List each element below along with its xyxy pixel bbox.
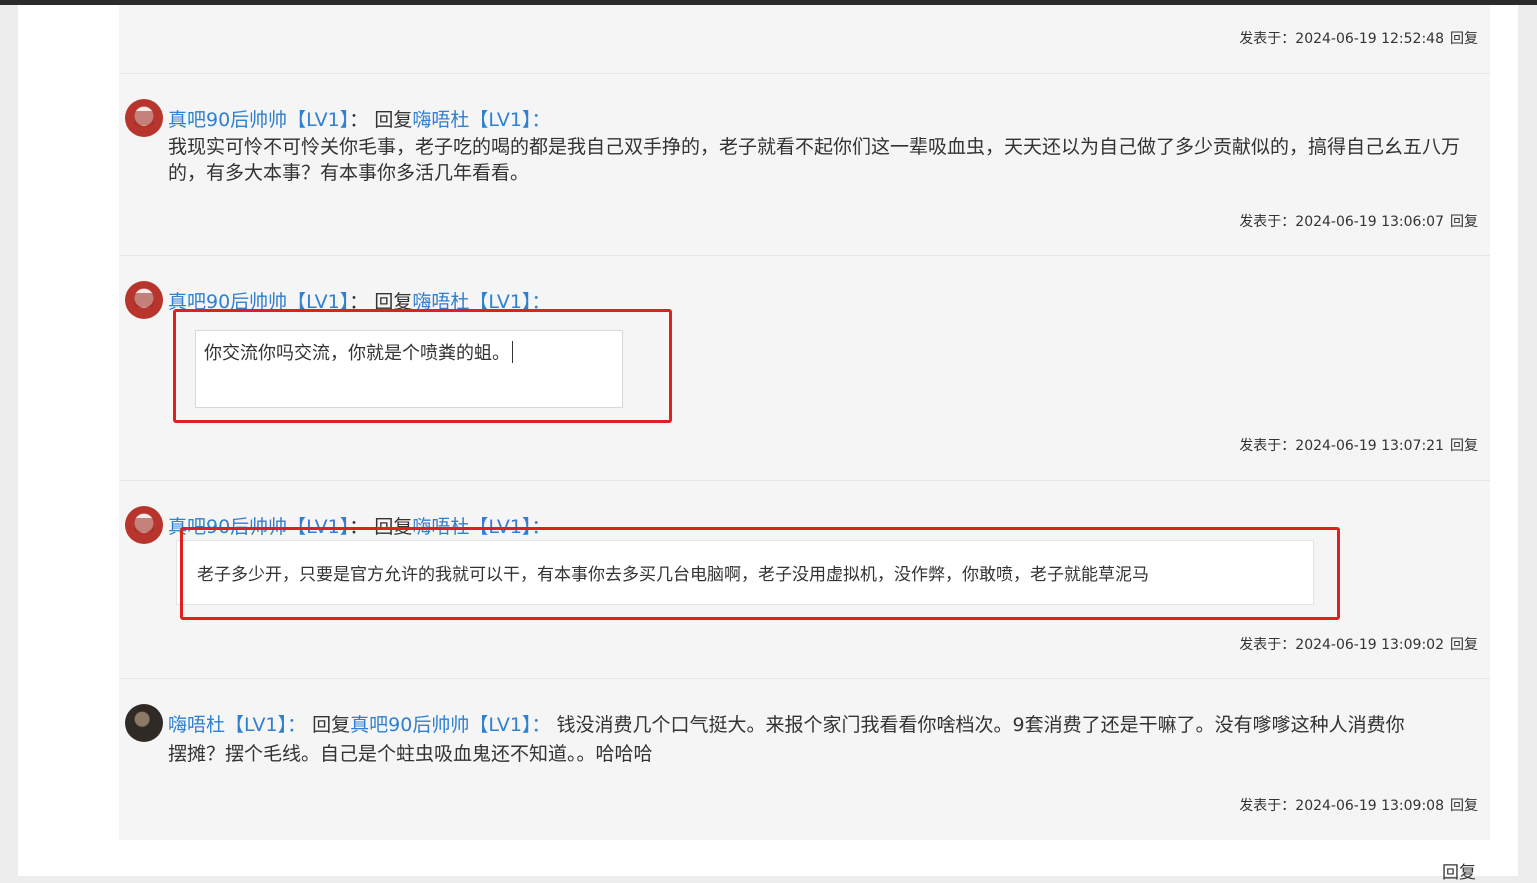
- user-avatar[interactable]: [125, 704, 163, 742]
- reply-button[interactable]: 回复: [1450, 31, 1478, 47]
- author-link[interactable]: 真吧90后帅帅【LV1】: [168, 109, 349, 131]
- author-link[interactable]: 嗨唔杜【LV1】: [168, 714, 287, 736]
- user-avatar[interactable]: [125, 506, 163, 544]
- user-avatar[interactable]: [125, 99, 163, 137]
- highlight-box: [173, 309, 672, 423]
- divider: [119, 480, 1490, 481]
- divider: [119, 678, 1490, 679]
- post-meta: 发表于：2024-06-19 13:09:02 回复: [1239, 637, 1478, 653]
- post-meta: 发表于：2024-06-19 12:52:48 回复: [1239, 31, 1478, 47]
- divider: [119, 255, 1490, 256]
- reply-content-continued: 摆摊？摆个毛线。自己是个蛀虫吸血鬼还不知道。。哈哈哈: [168, 743, 653, 765]
- post-meta: 发表于：2024-06-19 13:09:08 回复: [1239, 798, 1478, 814]
- post-time: 2024-06-19 13:09:02: [1295, 637, 1444, 653]
- reply-button[interactable]: 回复: [1450, 214, 1478, 230]
- reply-button[interactable]: 回复: [1450, 438, 1478, 454]
- reply-content: 我现实可怜不可怜关你毛事，老子吃的喝的都是我自己双手挣的，老子就看不起你们这一辈…: [168, 136, 1461, 184]
- reply-content: 钱没消费几个口气挺大。来报个家门我看看你啥档次。9套消费了还是干嘛了。没有嗲嗲这…: [556, 714, 1405, 736]
- avatar-seal-icon: [134, 293, 154, 307]
- reply-target-link[interactable]: 真吧90后帅帅【LV1】: [350, 714, 531, 736]
- avatar-seal-icon: [134, 518, 154, 532]
- reply-button[interactable]: 回复: [1450, 637, 1478, 653]
- avatar-seal-icon: [134, 111, 154, 125]
- divider: [119, 73, 1490, 74]
- reply-header: 嗨唔杜【LV1】： 回复真吧90后帅帅【LV1】： 钱没消费几个口气挺大。来报个…: [168, 714, 1405, 736]
- post-time: 2024-06-19 13:07:21: [1295, 438, 1444, 454]
- reply-target-link[interactable]: 嗨唔杜【LV1】: [412, 109, 531, 131]
- highlight-box: [180, 527, 1340, 620]
- post-time: 2024-06-19 13:09:08: [1295, 798, 1444, 814]
- post-time: 2024-06-19 13:06:07: [1295, 214, 1444, 230]
- bottom-reply-button[interactable]: 回复: [1442, 858, 1476, 883]
- user-avatar[interactable]: [125, 281, 163, 319]
- reply-button[interactable]: 回复: [1450, 798, 1478, 814]
- post-meta: 发表于：2024-06-19 13:06:07 回复: [1239, 214, 1478, 230]
- post-meta: 发表于：2024-06-19 13:07:21 回复: [1239, 438, 1478, 454]
- post-time: 2024-06-19 12:52:48: [1295, 31, 1444, 47]
- reply-header: 真吧90后帅帅【LV1】： 回复嗨唔杜【LV1】：: [168, 109, 551, 131]
